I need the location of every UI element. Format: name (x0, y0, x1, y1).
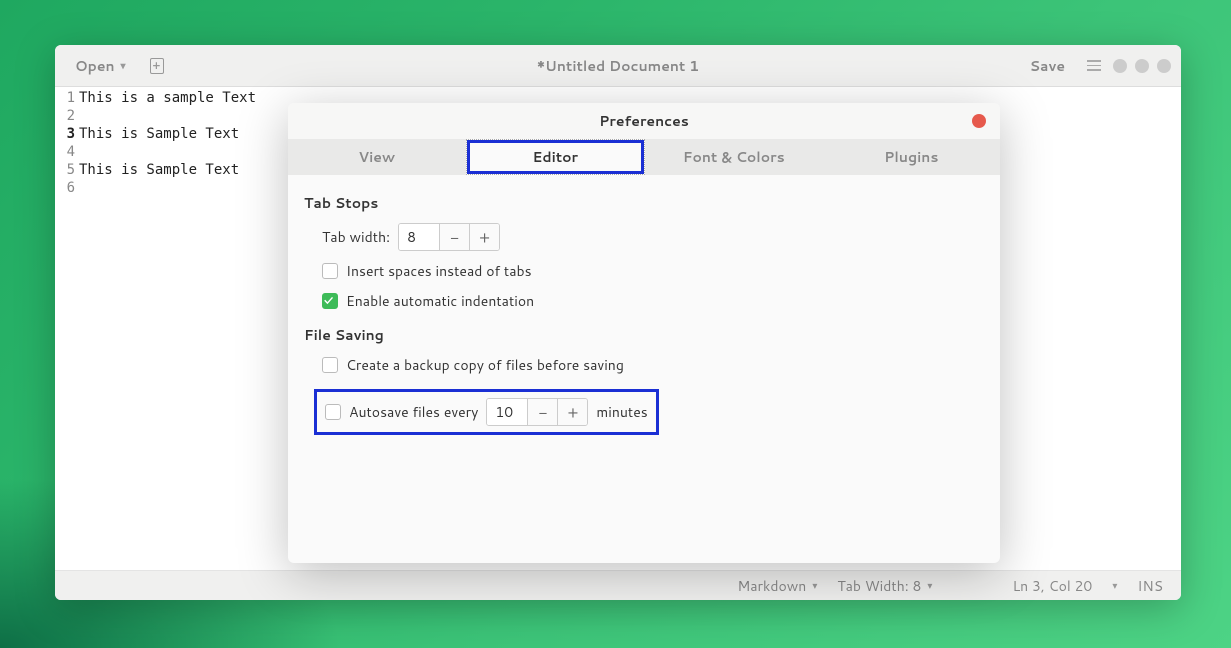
backup-copy-checkbox[interactable] (322, 357, 338, 373)
insert-spaces-checkbox[interactable] (322, 263, 338, 279)
chevron-down-icon: ▾ (121, 59, 126, 73)
save-button[interactable]: Save (1020, 52, 1075, 80)
preferences-titlebar: Preferences (288, 103, 1000, 139)
statusbar: Markdown ▾ Tab Width: 8 ▾ Ln 3, Col 20 ▾… (55, 570, 1181, 600)
chevron-down-icon: ▾ (927, 579, 932, 593)
headerbar: Open ▾ *Untitled Document 1 Save (55, 45, 1181, 87)
tab-width-spinner: 8 − + (398, 223, 500, 251)
tab-view[interactable]: View (288, 139, 466, 175)
chevron-down-icon: ▾ (812, 579, 817, 593)
tab-width-selector[interactable]: Tab Width: 8 ▾ (837, 576, 932, 596)
auto-indent-label: Enable automatic indentation (346, 291, 534, 311)
section-file-saving: File Saving (304, 325, 984, 345)
autosave-row-highlight: Autosave files every 10 − + minutes (314, 389, 659, 435)
preferences-body: Tab Stops Tab width: 8 − + Insert spaces… (288, 175, 1000, 453)
insert-mode-indicator[interactable]: INS (1137, 576, 1163, 596)
save-label: Save (1030, 56, 1065, 76)
tab-fonts-colors[interactable]: Font & Colors (645, 139, 823, 175)
window-minimize-button[interactable] (1113, 59, 1127, 73)
window-close-button[interactable] (1157, 59, 1171, 73)
tab-editor[interactable]: Editor (466, 139, 646, 175)
cursor-position: Ln 3, Col 20 (1012, 576, 1092, 596)
section-tab-stops: Tab Stops (304, 193, 984, 213)
increment-button[interactable]: + (557, 399, 587, 425)
autosave-label: Autosave files every (349, 402, 478, 422)
code-content[interactable]: This is a sample TextThis is Sample Text… (79, 89, 256, 570)
decrement-button[interactable]: − (439, 224, 469, 250)
hamburger-menu-icon[interactable] (1087, 60, 1101, 71)
line-number-gutter: 123456 (55, 89, 79, 570)
new-document-icon (150, 58, 164, 74)
auto-indent-checkbox[interactable] (322, 293, 338, 309)
close-icon[interactable] (972, 114, 986, 128)
autosave-suffix: minutes (596, 402, 647, 422)
tab-plugins[interactable]: Plugins (823, 139, 1001, 175)
increment-button[interactable]: + (469, 224, 499, 250)
decrement-button[interactable]: − (527, 399, 557, 425)
open-label: Open (75, 56, 115, 76)
autosave-interval-spinner: 10 − + (486, 398, 588, 426)
open-button[interactable]: Open ▾ (65, 52, 136, 80)
tab-width-value[interactable]: 8 (399, 224, 439, 250)
tab-width-label: Tab width: (322, 227, 390, 247)
window-title: *Untitled Document 1 (55, 56, 1181, 76)
backup-copy-label: Create a backup copy of files before sav… (346, 355, 624, 375)
insert-spaces-label: Insert spaces instead of tabs (346, 261, 532, 281)
autosave-checkbox[interactable] (325, 404, 341, 420)
preferences-tabs: View Editor Font & Colors Plugins (288, 139, 1000, 175)
new-document-button[interactable] (140, 54, 174, 78)
preferences-dialog: Preferences View Editor Font & Colors Pl… (288, 103, 1000, 563)
preferences-title: Preferences (599, 111, 689, 131)
window-maximize-button[interactable] (1135, 59, 1149, 73)
syntax-selector[interactable]: Markdown ▾ (737, 576, 817, 596)
autosave-value[interactable]: 10 (487, 399, 527, 425)
chevron-down-icon[interactable]: ▾ (1112, 579, 1117, 593)
